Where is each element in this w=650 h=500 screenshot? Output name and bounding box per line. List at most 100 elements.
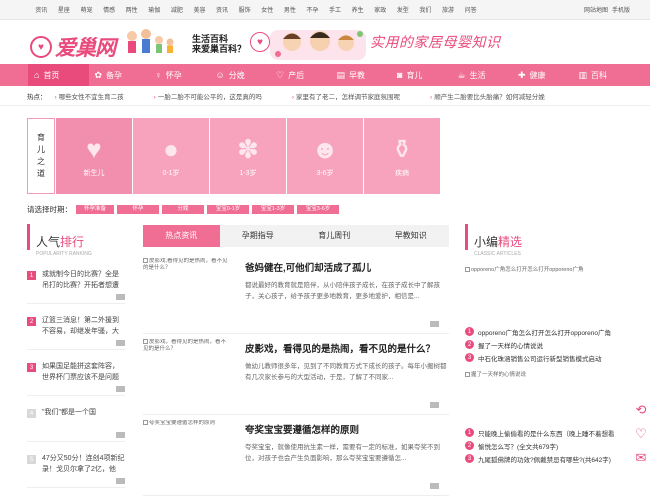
top-link[interactable]: 星座 <box>53 5 76 14</box>
stage-0-1[interactable]: ● 0-1岁 <box>133 118 209 194</box>
top-link[interactable]: 资讯 <box>211 5 234 14</box>
nav-item[interactable]: ♀ 怀孕 <box>149 64 210 86</box>
top-link[interactable]: 女性 <box>256 5 279 14</box>
ranking-item[interactable]: 4 "我们"都是一个国 <box>27 407 125 442</box>
share-icon[interactable]: ⟲ <box>632 398 650 422</box>
top-link[interactable]: 资讯 <box>30 5 53 14</box>
top-link[interactable]: 家政 <box>369 5 392 14</box>
more-icon[interactable] <box>430 483 439 489</box>
article-thumbnail[interactable]: 皮影戏，看得见的是热闹，看不见的是什么？ <box>143 339 231 401</box>
ranking-item[interactable]: 3 如果国足能拼这套阵容，世界杯门票应该不是问题 <box>27 361 125 396</box>
top-link[interactable]: 发型 <box>392 5 415 14</box>
nav-item[interactable]: ♡ 产后 <box>270 64 331 86</box>
top-link[interactable]: 问答 <box>459 5 482 14</box>
top-link[interactable]: 服饰 <box>233 5 256 14</box>
rank-number: 4 <box>27 409 36 418</box>
period-button[interactable]: 宝宝1-3岁 <box>252 205 294 214</box>
editor-list-item[interactable]: 1 只能晚上偷偷看的是什么东西（晚上睡不着想看 <box>465 426 635 439</box>
tab-item[interactable]: 热点资讯 <box>143 225 220 247</box>
parenting-icon: ◙ <box>397 70 403 80</box>
editor-image-2[interactable]: 握了一天样的心情说说 <box>465 370 635 424</box>
top-link[interactable]: 养生 <box>346 5 369 14</box>
article-item[interactable]: 夸奖宝宝要遵循怎样的原则 夸奖宝宝要遵循怎样的原则 夸奖宝宝，就像使用抗生素一样，需… <box>143 416 449 496</box>
editor-list-item[interactable]: 1 opporeno广角怎么打开怎么打开opporeno广角 <box>465 325 635 338</box>
article-title[interactable]: 夸奖宝宝要遵循怎样的原则 <box>245 422 449 436</box>
hot-topic-link[interactable]: › 一胎二胎不可能公平的，这是真的吗 <box>154 91 262 101</box>
editor-list-item[interactable]: 2 握了一天样的心情说说 <box>465 338 635 351</box>
stage-label: 3-6岁 <box>316 170 334 177</box>
top-link[interactable]: 减肥 <box>166 5 189 14</box>
nav-item[interactable]: ◙ 育儿 <box>391 64 452 86</box>
wechat-icon[interactable]: ✉ <box>632 446 650 470</box>
article-thumbnail[interactable]: 夸奖宝宝要遵循怎样的原则 <box>143 420 231 482</box>
floating-sidebar: ⟲ ♡ ✉ <box>632 398 650 470</box>
top-link[interactable]: 美容 <box>188 5 211 14</box>
toddler-icon: ✽ <box>237 134 259 164</box>
stage-disease[interactable]: ⚱ 疾病 <box>364 118 440 194</box>
stage-3-6[interactable]: ☻ 3-6岁 <box>287 118 363 194</box>
nav-item[interactable]: ⌂ 首页 <box>28 64 89 86</box>
nav-item[interactable]: ✚ 健康 <box>512 64 573 86</box>
nav-item[interactable]: ▥ 百科 <box>573 64 634 86</box>
more-icon[interactable] <box>430 321 439 327</box>
period-button[interactable]: 宝宝0-1岁 <box>207 205 249 214</box>
list-number: 1 <box>465 428 474 437</box>
list-text: opporeno广角怎么打开怎么打开opporeno广角 <box>478 329 611 337</box>
infant-icon: ● <box>163 134 179 164</box>
editor-list-item[interactable]: 3 中石化珠涵销售公司运行新型销售模式启动 <box>465 351 635 364</box>
top-link[interactable]: 男性 <box>279 5 302 14</box>
more-icon[interactable] <box>116 340 125 346</box>
nav-label: 育儿 <box>406 70 423 80</box>
more-icon[interactable] <box>430 402 439 408</box>
more-icon[interactable] <box>116 386 125 392</box>
site-logo[interactable]: ♥ 爱巢网 <box>30 32 116 62</box>
top-link[interactable]: 两性 <box>120 5 143 14</box>
top-link[interactable]: 我们 <box>414 5 437 14</box>
ranking-item[interactable]: 1 或就制今日的比赛？全是吊打的比赛？开拓者想遭 <box>27 269 125 304</box>
hot-topic-link[interactable]: › 哪些女性不宜生育二孩 <box>55 91 124 101</box>
stage-1-3[interactable]: ✽ 1-3岁 <box>210 118 286 194</box>
delivery-icon: ☺ <box>215 70 225 80</box>
article-thumbnail[interactable]: 皮影戏,看得见的是热闹，看不见的是什么？ <box>143 258 231 320</box>
top-link[interactable]: 手工 <box>324 5 347 14</box>
stage-newborn[interactable]: ♥ 新生儿 <box>56 118 132 194</box>
article-item[interactable]: 皮影戏,看得见的是热闹，看不见的是什么？ 爸妈健在,可他们却活成了孤儿 都说最好的教… <box>143 254 449 334</box>
nav-item[interactable]: ✿ 备孕 <box>89 64 150 86</box>
ranking-item[interactable]: 5 47分又50分！连创4项新纪录！戈贝尔拿了2亿，他 <box>27 453 125 488</box>
pregnancy-icon: ♀ <box>155 70 162 80</box>
more-icon[interactable] <box>116 294 125 300</box>
editor-list-item[interactable]: 3 九尾狐佛牌的功效?佩戴禁忌有哪些?(共642字) <box>465 452 635 465</box>
editor-image-1[interactable]: opporeno广角怎么打开怎么打开opporeno广角 <box>465 265 635 323</box>
ranking-item[interactable]: 2 辽篮三消息！第二外援到不容易，却继发年骚，大 <box>27 315 125 350</box>
period-button[interactable]: 怀孕准备 <box>76 205 114 214</box>
article-title[interactable]: 爸妈健在,可他们却活成了孤儿 <box>245 260 449 274</box>
top-link[interactable]: 萌宠 <box>75 5 98 14</box>
tab-item[interactable]: 育儿周刊 <box>296 225 373 247</box>
period-button[interactable]: 宝宝3-6岁 <box>297 205 339 214</box>
period-button[interactable]: 分娩 <box>162 205 204 214</box>
period-button[interactable]: 怀孕 <box>117 205 159 214</box>
hot-topic-link[interactable]: › 顺产生二胎要比头胎痛？如何减轻分娩 <box>430 91 545 101</box>
top-link[interactable]: 瑜伽 <box>143 5 166 14</box>
period-selector: 请选择时期： 怀孕准备 怀孕 分娩 宝宝0-1岁 宝宝1-3岁 宝宝3-6岁 <box>27 204 342 215</box>
favorite-icon[interactable]: ♡ <box>632 422 650 446</box>
hot-topic-link[interactable]: › 家里有了老二，怎样调节家庭氛围呢 <box>292 91 400 101</box>
top-link[interactable]: 不孕 <box>301 5 324 14</box>
list-text: 只能晚上偷偷看的是什么东西（晚上睡不着想看 <box>478 430 615 438</box>
nav-item[interactable]: ☺ 分娩 <box>210 64 271 86</box>
more-icon[interactable] <box>116 432 125 438</box>
top-link[interactable]: 旅游 <box>437 5 460 14</box>
article-title[interactable]: 皮影戏，看得见的是热闹，看不见的是什么？ <box>245 341 449 355</box>
list-text: 九尾狐佛牌的功效?佩戴禁忌有哪些?(共642字) <box>478 456 611 464</box>
nav-item[interactable]: ☕ 生活 <box>452 64 513 86</box>
more-icon[interactable] <box>116 478 125 484</box>
tab-item[interactable]: 早教知识 <box>373 225 450 247</box>
top-link[interactable]: 情感 <box>98 5 121 14</box>
postpartum-icon: ♡ <box>276 69 285 80</box>
sitemap-link[interactable]: 网站地图 <box>584 5 608 14</box>
tab-item[interactable]: 孕期指导 <box>220 225 297 247</box>
nav-item[interactable]: ▤ 早教 <box>331 64 392 86</box>
editor-list-item[interactable]: 2 愉悦怎么写？(全文共679字) <box>465 439 635 452</box>
article-item[interactable]: 皮影戏，看得见的是热闹，看不见的是什么？ 皮影戏，看得见的是热闹，看不见的是什么？… <box>143 335 449 415</box>
mobile-link[interactable]: 手机版 <box>612 5 630 14</box>
